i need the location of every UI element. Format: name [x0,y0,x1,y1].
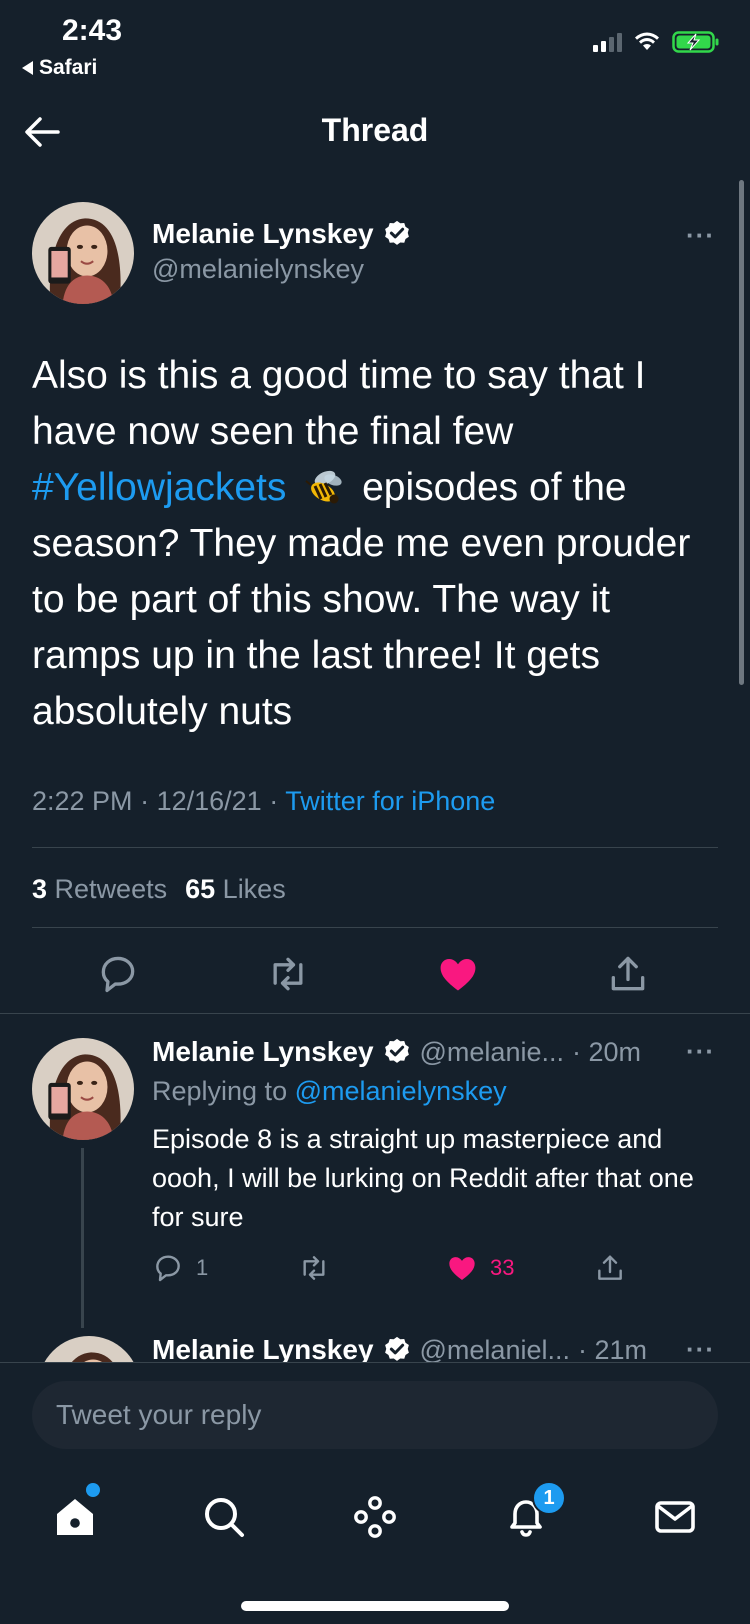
share-button[interactable] [606,952,650,996]
bee-icon [305,470,342,504]
divider [32,847,718,848]
scrollbar[interactable] [739,180,744,685]
share-icon [611,956,645,991]
back-triangle-icon [22,61,33,75]
reply-text: Episode 8 is a straight up masterpiece a… [152,1124,694,1232]
verified-badge-icon [384,1336,409,1361]
retweet-icon [273,957,303,991]
tweet-time: 2:22 PM [32,786,133,816]
tweet-text: Also is this a good time to say that I h… [32,348,722,740]
search-icon [205,1498,244,1537]
notifications-badge: 1 [532,1481,566,1515]
spaces-icon [354,1496,396,1538]
replying-to: Replying to @melanielynskey [152,1076,507,1107]
page-title: Thread [321,112,429,148]
like-button[interactable] [436,952,480,996]
retweet-icon [303,1256,325,1280]
verified-badge-icon [384,220,409,245]
twitter-thread-screen: 2:43 Safari Thread Melanie Lynskey @mela… [0,0,750,1624]
status-indicators [593,30,720,54]
retweets-count: 3 [32,874,48,904]
tweet-text-intro: Also is this a good time to say that I h… [32,354,646,453]
more-options-icon[interactable]: ··· [686,1036,715,1067]
heart-filled-icon [440,958,476,991]
cellular-signal-icon [593,32,622,52]
tweet-stats: 3 Retweets 65 Likes [32,874,286,905]
replying-to-label: Replying to [152,1076,288,1106]
battery-charging-icon [672,31,719,53]
tab-spaces[interactable] [351,1493,399,1541]
like-button[interactable]: 33 [446,1252,514,1284]
divider [0,1013,750,1014]
author-handle[interactable]: @melanielynskey [152,254,364,285]
reply-composer-input[interactable]: Tweet your reply [32,1381,718,1449]
retweets-stat[interactable]: 3 Retweets [32,874,167,905]
reply-age: · 21m [577,1334,648,1365]
reply-icon [101,956,135,993]
likes-label: Likes [222,874,286,904]
likes-stat[interactable]: 65 Likes [185,874,286,905]
hashtag-link[interactable]: #Yellowjackets [32,466,286,509]
reply-count: 1 [196,1255,209,1280]
meta-separator: · [269,786,279,816]
status-time: 2:43 [62,14,123,47]
bottom-bar: Tweet your reply 1 [0,1362,750,1624]
reply-header[interactable]: Melanie Lynskey @melanie... · 20m [152,1036,641,1068]
tweet-meta: 2:22 PM · 12/16/21 · Twitter for iPhone [32,786,495,817]
share-button[interactable] [594,1252,626,1284]
author-name[interactable]: Melanie Lynskey [152,1036,374,1068]
back-to-safari[interactable]: Safari [22,56,97,80]
tweet-source-link[interactable]: Twitter for iPhone [285,786,495,816]
reply-button[interactable]: 1 [152,1252,208,1284]
back-app-label: Safari [39,56,98,79]
likes-count: 65 [185,874,216,904]
author-name[interactable]: Melanie Lynskey [152,218,374,250]
home-new-indicator [86,1483,100,1497]
replying-to-handle[interactable]: @melanielynskey [295,1076,507,1106]
retweet-button[interactable] [266,952,310,996]
author-row[interactable]: Melanie Lynskey [152,218,412,250]
reply-age: · 20m [571,1036,642,1067]
reply-button[interactable] [96,952,140,996]
more-options-icon[interactable]: ··· [686,1334,715,1365]
like-count: 33 [490,1255,515,1280]
tab-search[interactable] [200,1493,248,1541]
meta-separator: · [140,786,150,816]
tab-messages[interactable] [651,1493,699,1541]
home-indicator[interactable] [241,1601,509,1611]
reply-icon [156,1255,180,1282]
avatar[interactable] [32,202,134,304]
tab-home[interactable] [51,1493,99,1541]
avatar[interactable] [32,1038,134,1140]
avatar-photo [32,202,134,304]
heart-filled-icon [449,1257,475,1280]
author-handle[interactable]: @melaniel... [420,1335,570,1366]
home-icon [57,1499,93,1535]
tweet-date: 12/16/21 [156,786,262,816]
thread-connector-line [81,1148,84,1328]
wifi-icon [635,32,659,50]
retweet-button[interactable] [298,1252,330,1284]
share-icon [598,1255,622,1280]
author-handle[interactable]: @melanie... [420,1037,564,1068]
divider [32,927,718,928]
more-options-icon[interactable]: ··· [686,220,715,251]
messages-icon [655,1501,695,1533]
retweets-label: Retweets [54,874,168,904]
verified-badge-icon [384,1038,409,1063]
avatar-photo [32,1038,134,1140]
